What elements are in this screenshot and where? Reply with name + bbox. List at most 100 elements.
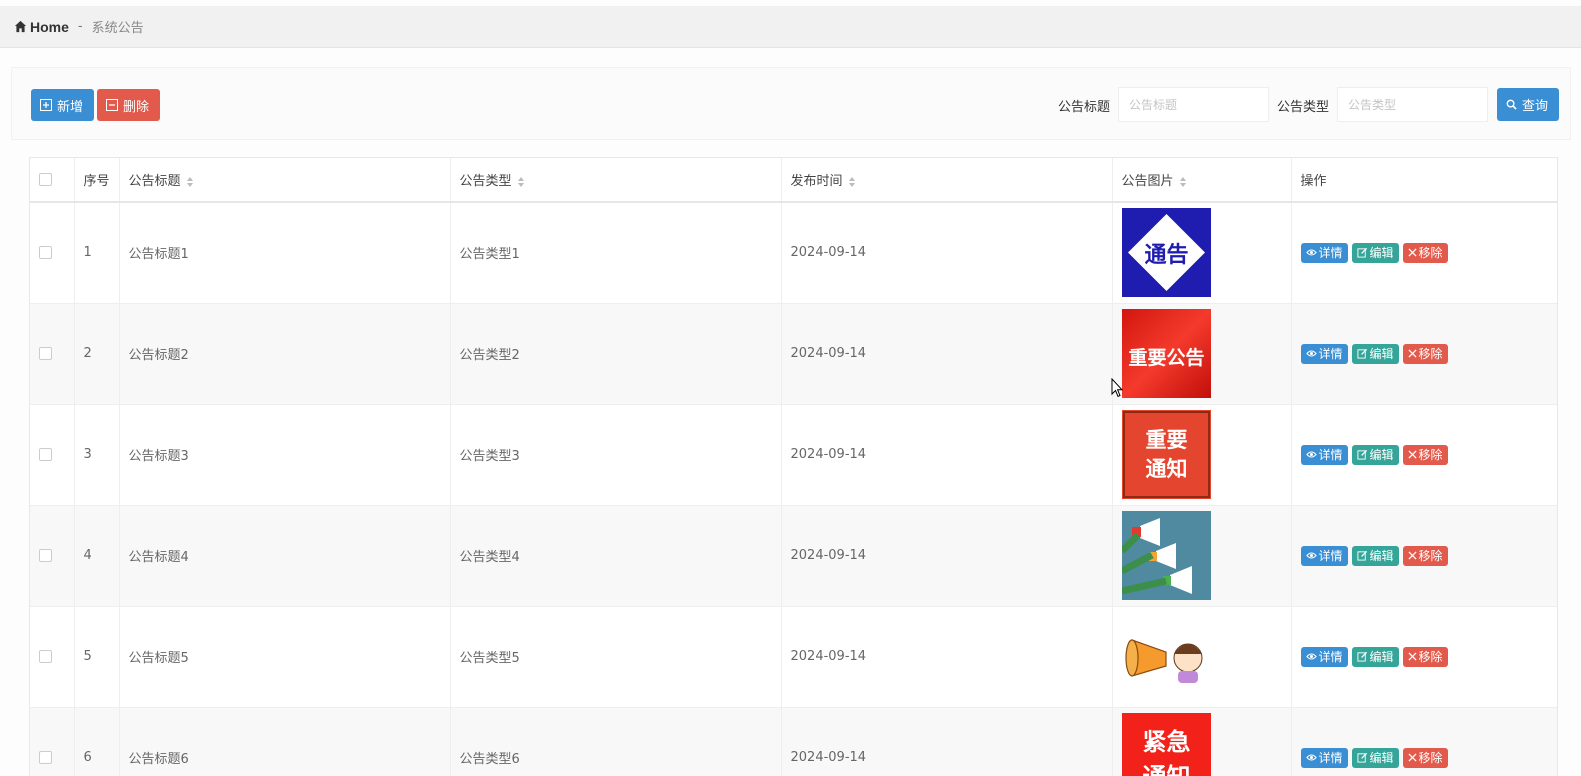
row-checkbox[interactable] bbox=[39, 347, 52, 360]
row-checkbox[interactable] bbox=[39, 549, 52, 562]
remove-label: 移除 bbox=[1418, 650, 1443, 664]
remove-button[interactable]: 移除 bbox=[1402, 343, 1448, 364]
remove-button[interactable]: 移除 bbox=[1402, 242, 1448, 263]
view-details-button[interactable]: 详情 bbox=[1300, 343, 1348, 364]
sort-icon bbox=[1179, 176, 1186, 187]
table-row: 5 公告标题5 公告类型5 2024-09-14 详情 编辑 移除 bbox=[30, 606, 1557, 708]
eye-icon bbox=[1305, 350, 1317, 357]
select-all-checkbox[interactable] bbox=[39, 173, 52, 186]
sort-icon bbox=[848, 176, 855, 187]
notice-image[interactable]: 紧急通知 bbox=[1121, 713, 1291, 776]
row-type: 公告类型2 bbox=[450, 303, 782, 405]
breadcrumb-current: 系统公告 bbox=[91, 21, 144, 36]
edit-icon bbox=[1356, 248, 1367, 258]
remove-button[interactable]: 移除 bbox=[1402, 747, 1448, 768]
row-date: 2024-09-14 bbox=[781, 404, 1113, 506]
header-title[interactable]: 公告标题 bbox=[119, 158, 451, 203]
table-row: 6公告标题6公告类型62024-09-14紧急通知详情编辑移除 bbox=[30, 707, 1557, 776]
svg-text:重要公告: 重要公告 bbox=[1128, 346, 1204, 369]
row-index: 3 bbox=[74, 404, 120, 506]
row-image-cell bbox=[1112, 606, 1292, 708]
eye-icon bbox=[1305, 653, 1317, 660]
svg-text:通知: 通知 bbox=[1145, 457, 1187, 481]
add-button-label: 新增 bbox=[57, 98, 84, 114]
table-row: 1 公告标题1 公告类型1 2024-09-14 通告 详情 编辑 移除 bbox=[30, 202, 1557, 304]
remove-button[interactable]: 移除 bbox=[1402, 646, 1448, 667]
row-checkbox[interactable] bbox=[39, 448, 52, 461]
row-image-cell: 重要公告 bbox=[1112, 303, 1292, 405]
search-button[interactable]: 查询 bbox=[1497, 88, 1559, 121]
edit-label: 编辑 bbox=[1369, 347, 1394, 361]
breadcrumb-home-link[interactable]: Home bbox=[30, 19, 69, 35]
row-image-cell: 通告 bbox=[1112, 202, 1292, 304]
notice-image[interactable]: 重要公告 bbox=[1121, 309, 1291, 398]
row-actions: 详情 编辑 移除 bbox=[1291, 404, 1557, 506]
header-type[interactable]: 公告类型 bbox=[450, 158, 782, 203]
row-select-cell bbox=[30, 505, 75, 607]
title-filter-input[interactable] bbox=[1118, 87, 1269, 122]
edit-label: 编辑 bbox=[1369, 549, 1394, 563]
sort-icon bbox=[186, 176, 193, 187]
row-checkbox[interactable] bbox=[39, 751, 52, 764]
row-select-cell bbox=[30, 404, 75, 506]
header-date-label: 发布时间 bbox=[790, 174, 843, 189]
row-title: 公告标题6 bbox=[119, 707, 451, 776]
home-icon bbox=[14, 20, 27, 33]
row-type: 公告类型6 bbox=[450, 707, 782, 776]
row-title: 公告标题2 bbox=[119, 303, 451, 405]
header-image[interactable]: 公告图片 bbox=[1112, 158, 1292, 203]
remove-button[interactable]: 移除 bbox=[1402, 444, 1448, 465]
view-details-button[interactable]: 详情 bbox=[1300, 444, 1348, 465]
delete-button[interactable]: 删除 bbox=[97, 89, 160, 121]
view-details-button[interactable]: 详情 bbox=[1300, 747, 1348, 768]
view-details-button[interactable]: 详情 bbox=[1300, 646, 1348, 667]
table-header-row: 序号 公告标题 公告类型 发布时间 公告图片 操作 bbox=[30, 158, 1557, 203]
row-date: 2024-09-14 bbox=[781, 303, 1113, 405]
sort-icon bbox=[517, 176, 524, 187]
row-actions: 详情 编辑 移除 bbox=[1291, 707, 1557, 776]
row-type: 公告类型4 bbox=[450, 505, 782, 607]
header-actions: 操作 bbox=[1291, 158, 1557, 203]
edit-button[interactable]: 编辑 bbox=[1351, 545, 1399, 566]
notice-image[interactable] bbox=[1121, 612, 1291, 701]
notice-image[interactable]: 重要 通知 bbox=[1121, 410, 1291, 499]
remove-label: 移除 bbox=[1418, 347, 1443, 361]
delete-button-label: 删除 bbox=[123, 98, 150, 114]
remove-button[interactable]: 移除 bbox=[1402, 545, 1448, 566]
row-image-cell bbox=[1112, 505, 1292, 607]
edit-button[interactable]: 编辑 bbox=[1351, 646, 1399, 667]
header-title-label: 公告标题 bbox=[128, 174, 181, 189]
view-details-button[interactable]: 详情 bbox=[1300, 242, 1348, 263]
type-filter-label: 公告类型 bbox=[1277, 100, 1330, 115]
edit-label: 编辑 bbox=[1369, 650, 1394, 664]
row-date: 2024-09-14 bbox=[781, 606, 1113, 708]
notice-image[interactable]: 通告 bbox=[1121, 208, 1291, 298]
type-filter-input[interactable] bbox=[1337, 87, 1488, 122]
edit-label: 编辑 bbox=[1369, 751, 1394, 765]
add-button[interactable]: 新增 bbox=[31, 89, 94, 121]
edit-button[interactable]: 编辑 bbox=[1351, 242, 1399, 263]
header-type-label: 公告类型 bbox=[459, 174, 512, 189]
svg-text:通知: 通知 bbox=[1142, 763, 1190, 776]
minus-square-icon bbox=[106, 99, 118, 111]
select-all-cell bbox=[30, 158, 75, 203]
edit-icon bbox=[1356, 348, 1367, 359]
edit-button[interactable]: 编辑 bbox=[1351, 747, 1399, 768]
view-details-button[interactable]: 详情 bbox=[1300, 545, 1348, 566]
view-details-label: 详情 bbox=[1318, 751, 1343, 765]
row-checkbox[interactable] bbox=[39, 246, 52, 260]
table-row: 3 公告标题3 公告类型3 2024-09-14 重要 通知 详情 编辑 移除 bbox=[30, 404, 1557, 506]
row-actions: 详情 编辑 移除 bbox=[1291, 202, 1557, 304]
header-date[interactable]: 发布时间 bbox=[781, 158, 1113, 203]
notice-image[interactable] bbox=[1121, 511, 1291, 600]
row-type: 公告类型1 bbox=[450, 202, 782, 304]
eye-icon bbox=[1305, 451, 1317, 458]
edit-icon bbox=[1356, 752, 1367, 763]
edit-button[interactable]: 编辑 bbox=[1351, 343, 1399, 364]
row-checkbox[interactable] bbox=[39, 650, 52, 663]
row-date: 2024-09-14 bbox=[781, 505, 1113, 607]
edit-button[interactable]: 编辑 bbox=[1351, 444, 1399, 465]
row-date: 2024-09-14 bbox=[781, 202, 1113, 304]
table-row: 4 公告标题4 公告类型4 2024-09-14 详情 编辑 移除 bbox=[30, 505, 1557, 607]
view-details-label: 详情 bbox=[1318, 448, 1343, 462]
